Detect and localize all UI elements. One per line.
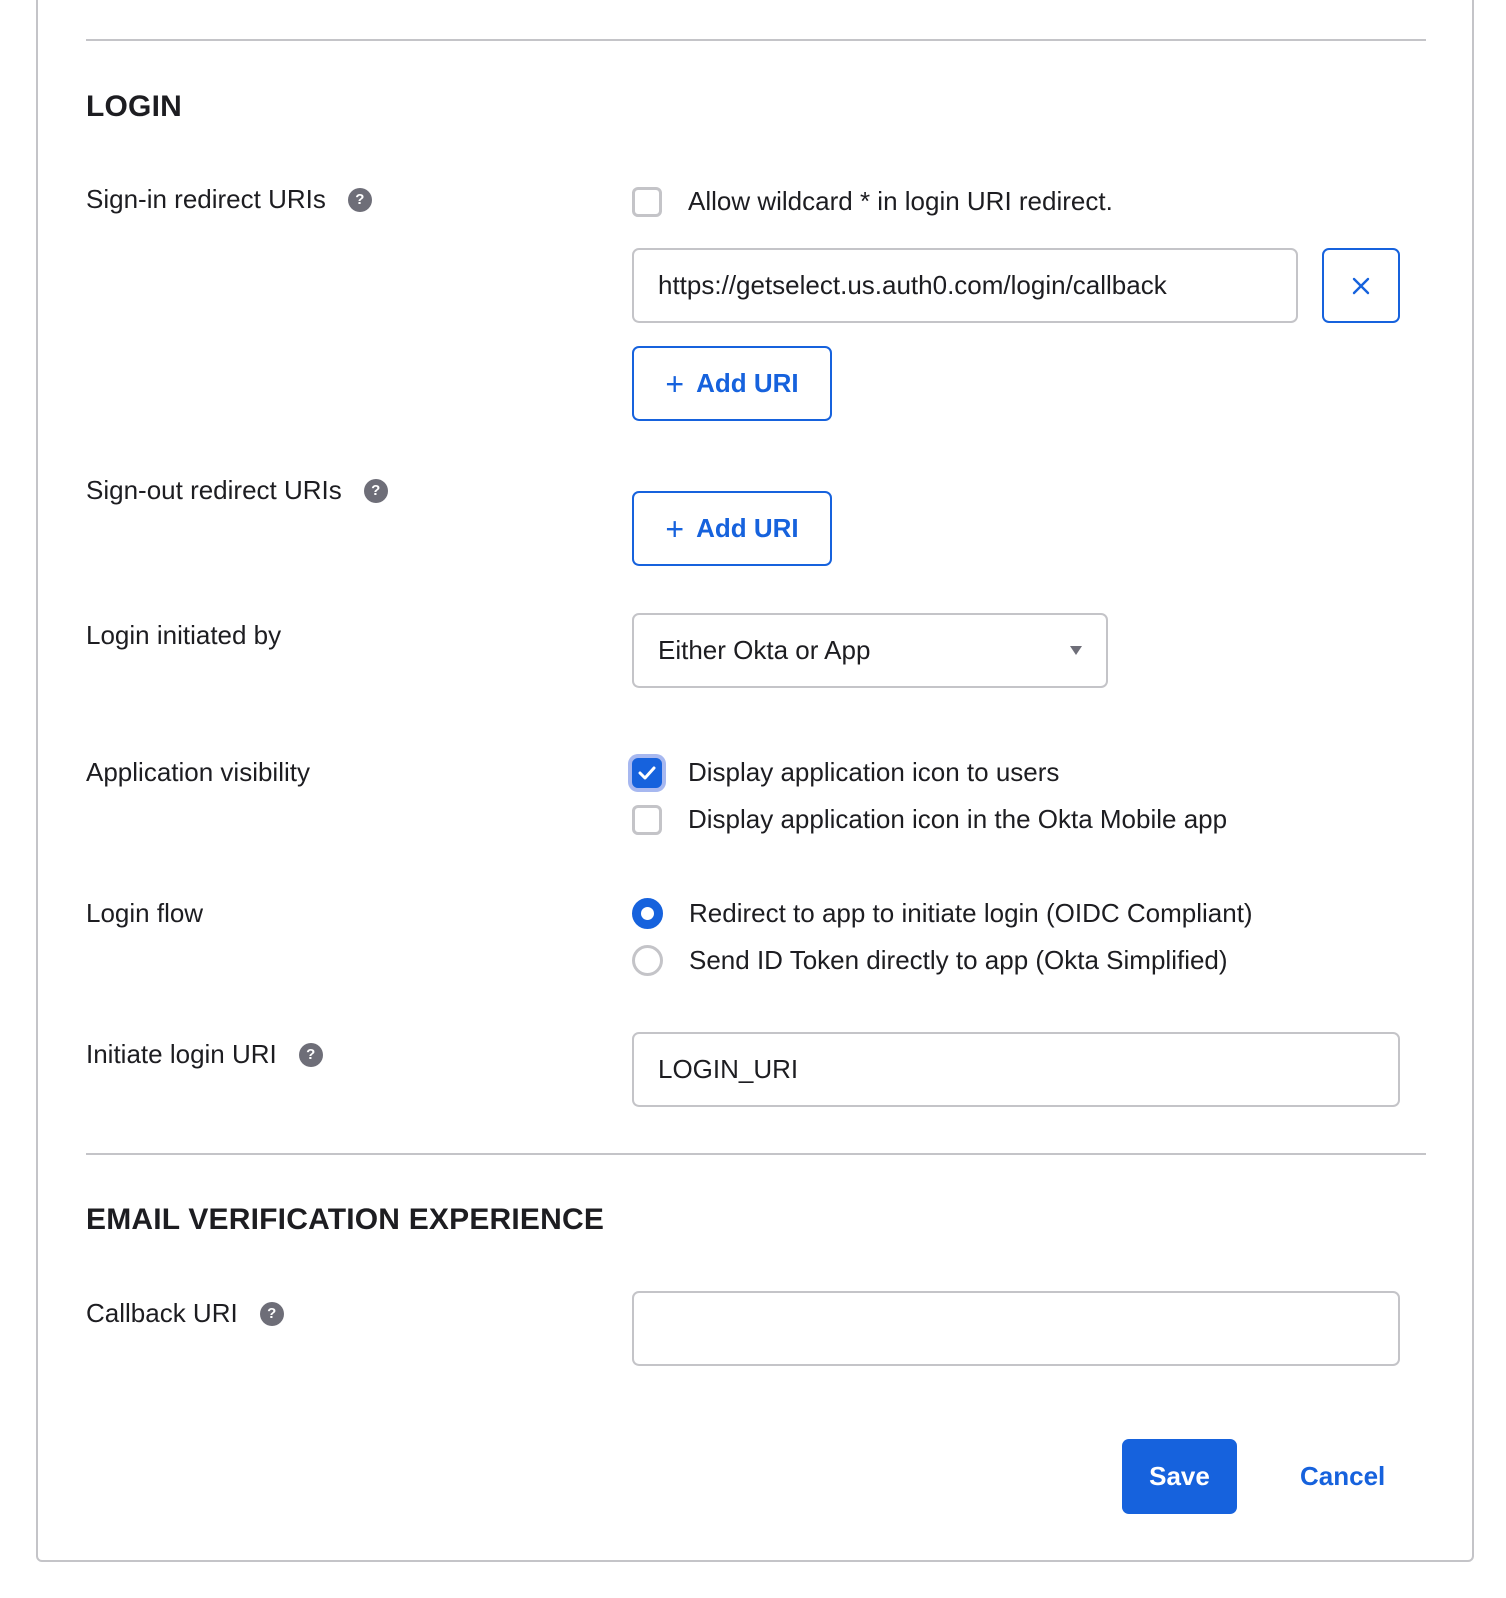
radio-button[interactable] [632, 945, 663, 976]
sign-out-add-uri-label: Add URI [696, 513, 799, 543]
checkbox-box[interactable] [632, 757, 662, 788]
display-icon-mobile-label: Display application icon in the Okta Mob… [688, 804, 1228, 834]
section-divider [86, 39, 1426, 41]
login-flow-oidc-label: Redirect to app to initiate login (OIDC … [689, 898, 1253, 928]
display-icon-mobile-checkbox[interactable]: Display application icon in the Okta Mob… [632, 804, 1227, 835]
question-circle-icon[interactable]: ? [347, 187, 372, 212]
display-icon-to-users-label: Display application icon to users [688, 757, 1060, 787]
email-verification-section-title: EMAIL VERIFICATION EXPERIENCE [86, 1203, 605, 1236]
application-visibility-label-text: Application visibility [86, 757, 310, 787]
checkmark-icon [638, 766, 656, 779]
login-initiated-by-select[interactable]: Either Okta or App [632, 613, 1108, 688]
question-circle-icon[interactable]: ? [363, 478, 388, 503]
caret-down-icon [1070, 646, 1082, 655]
login-section-title: LOGIN [86, 90, 182, 123]
login-flow-label: Login flow [86, 898, 203, 929]
radio-button[interactable] [632, 898, 663, 929]
login-initiated-by-label: Login initiated by [86, 620, 281, 651]
cancel-button[interactable]: Cancel [1300, 1439, 1385, 1514]
initiate-login-uri-value: LOGIN_URI [658, 1054, 799, 1084]
allow-wildcard-label: Allow wildcard * in login URI redirect. [688, 186, 1113, 216]
plus-icon: + [665, 510, 685, 547]
callback-uri-label: Callback URI ? [86, 1298, 284, 1329]
initiate-login-uri-label: Initiate login URI ? [86, 1039, 323, 1070]
sign-in-redirect-uri-value: https://getselect.us.auth0.com/login/cal… [658, 270, 1167, 300]
sign-in-add-uri-button[interactable]: + Add URI [632, 346, 832, 421]
checkbox-box[interactable] [632, 804, 662, 835]
initiate-login-uri-input[interactable]: LOGIN_URI [632, 1032, 1400, 1107]
close-icon [1352, 277, 1370, 294]
sign-out-redirect-label-text: Sign-out redirect URIs [86, 475, 342, 505]
sign-in-redirect-label: Sign-in redirect URIs ? [86, 184, 372, 215]
sign-in-redirect-label-text: Sign-in redirect URIs [86, 184, 326, 214]
sign-out-add-uri-button[interactable]: + Add URI [632, 491, 832, 566]
login-flow-oidc-radio[interactable]: Redirect to app to initiate login (OIDC … [632, 898, 1253, 929]
save-button[interactable]: Save [1122, 1439, 1237, 1514]
login-flow-simplified-label: Send ID Token directly to app (Okta Simp… [689, 945, 1228, 975]
question-circle-icon[interactable]: ? [298, 1042, 323, 1067]
application-visibility-label: Application visibility [86, 757, 310, 788]
plus-icon: + [665, 365, 685, 402]
sign-in-redirect-uri-input[interactable]: https://getselect.us.auth0.com/login/cal… [632, 248, 1298, 323]
login-flow-label-text: Login flow [86, 898, 204, 928]
question-circle-icon[interactable]: ? [259, 1301, 284, 1326]
sign-out-redirect-label: Sign-out redirect URIs ? [86, 475, 388, 506]
checkbox-box[interactable] [632, 186, 662, 217]
login-initiated-by-label-text: Login initiated by [86, 620, 282, 650]
initiate-login-uri-label-text: Initiate login URI [86, 1039, 277, 1069]
login-flow-simplified-radio[interactable]: Send ID Token directly to app (Okta Simp… [632, 945, 1228, 976]
login-initiated-by-value: Either Okta or App [658, 635, 871, 665]
callback-uri-input[interactable] [632, 1291, 1400, 1366]
allow-wildcard-checkbox[interactable]: Allow wildcard * in login URI redirect. [632, 186, 1113, 217]
callback-uri-label-text: Callback URI [86, 1298, 238, 1328]
display-icon-to-users-checkbox[interactable]: Display application icon to users [632, 757, 1059, 788]
sign-in-add-uri-label: Add URI [696, 368, 799, 398]
remove-uri-button[interactable] [1322, 248, 1400, 323]
section-divider [86, 1153, 1426, 1155]
